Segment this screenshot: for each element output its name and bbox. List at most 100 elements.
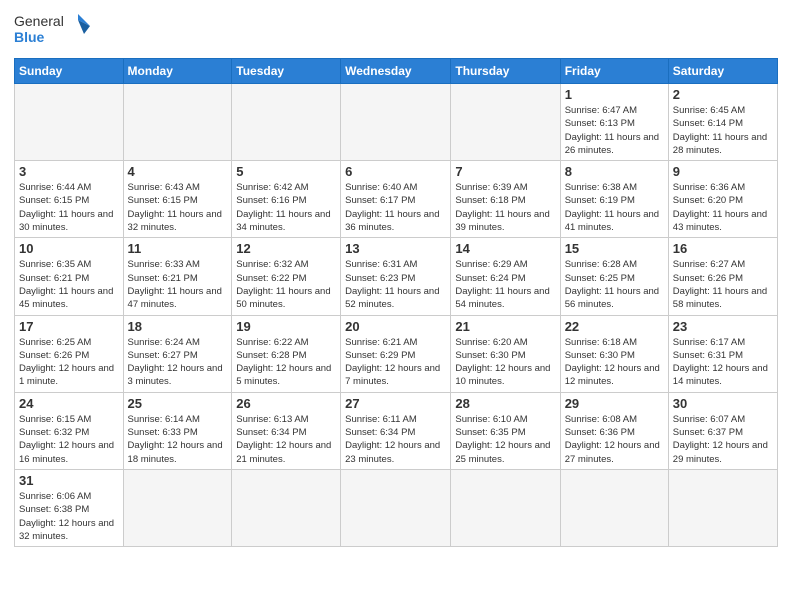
calendar-cell xyxy=(15,84,124,161)
day-number: 4 xyxy=(128,164,228,179)
calendar-cell: 3Sunrise: 6:44 AM Sunset: 6:15 PM Daylig… xyxy=(15,161,124,238)
day-number: 18 xyxy=(128,319,228,334)
day-info: Sunrise: 6:39 AM Sunset: 6:18 PM Dayligh… xyxy=(455,181,555,234)
day-info: Sunrise: 6:36 AM Sunset: 6:20 PM Dayligh… xyxy=(673,181,773,234)
calendar-cell xyxy=(451,84,560,161)
weekday-header-sunday: Sunday xyxy=(15,59,124,84)
day-info: Sunrise: 6:33 AM Sunset: 6:21 PM Dayligh… xyxy=(128,258,228,311)
calendar-cell: 12 Sunrise: 6:32 AM Sunset: 6:22 PM Dayli… xyxy=(232,238,341,315)
calendar-cell: 19Sunrise: 6:22 AM Sunset: 6:28 PM Dayli… xyxy=(232,315,341,392)
weekday-header-thursday: Thursday xyxy=(451,59,560,84)
day-number: 16 xyxy=(673,241,773,256)
day-number: 29 xyxy=(565,396,664,411)
day-info: Sunrise: 6:24 AM Sunset: 6:27 PM Dayligh… xyxy=(128,336,228,389)
day-number: 17 xyxy=(19,319,119,334)
calendar-cell: 6 Sunrise: 6:40 AM Sunset: 6:17 PM Daylig… xyxy=(341,161,451,238)
day-info: Sunrise: 6:27 AM Sunset: 6:26 PM Dayligh… xyxy=(673,258,773,311)
day-number: 7 xyxy=(455,164,555,179)
calendar-cell: 1 Sunrise: 6:47 AM Sunset: 6:13 PM Daylig… xyxy=(560,84,668,161)
calendar-cell: 16 Sunrise: 6:27 AM Sunset: 6:26 PM Dayli… xyxy=(668,238,777,315)
weekday-header-friday: Friday xyxy=(560,59,668,84)
day-info: Sunrise: 6:21 AM Sunset: 6:29 PM Dayligh… xyxy=(345,336,446,389)
day-info: Sunrise: 6:11 AM Sunset: 6:34 PM Dayligh… xyxy=(345,413,446,466)
calendar-cell: 9 Sunrise: 6:36 AM Sunset: 6:20 PM Daylig… xyxy=(668,161,777,238)
calendar-cell xyxy=(232,469,341,546)
day-number: 30 xyxy=(673,396,773,411)
calendar-cell: 15 Sunrise: 6:28 AM Sunset: 6:25 PM Dayli… xyxy=(560,238,668,315)
day-info: Sunrise: 6:28 AM Sunset: 6:25 PM Dayligh… xyxy=(565,258,664,311)
day-number: 27 xyxy=(345,396,446,411)
calendar-cell xyxy=(341,84,451,161)
day-number: 2 xyxy=(673,87,773,102)
calendar-table: SundayMondayTuesdayWednesdayThursdayFrid… xyxy=(14,58,778,547)
weekday-header-wednesday: Wednesday xyxy=(341,59,451,84)
calendar-cell: 11Sunrise: 6:33 AM Sunset: 6:21 PM Dayli… xyxy=(123,238,232,315)
logo-svg: General Blue xyxy=(14,10,94,52)
day-info: Sunrise: 6:31 AM Sunset: 6:23 PM Dayligh… xyxy=(345,258,446,311)
day-number: 13 xyxy=(345,241,446,256)
calendar-cell: 29Sunrise: 6:08 AM Sunset: 6:36 PM Dayli… xyxy=(560,392,668,469)
day-number: 24 xyxy=(19,396,119,411)
day-info: Sunrise: 6:35 AM Sunset: 6:21 PM Dayligh… xyxy=(19,258,119,311)
calendar-cell: 5Sunrise: 6:42 AM Sunset: 6:16 PM Daylig… xyxy=(232,161,341,238)
day-info: Sunrise: 6:32 AM Sunset: 6:22 PM Dayligh… xyxy=(236,258,336,311)
week-row-4: 24 Sunrise: 6:15 AM Sunset: 6:32 PM Dayli… xyxy=(15,392,778,469)
logo: General Blue xyxy=(14,10,94,52)
calendar-cell: 25Sunrise: 6:14 AM Sunset: 6:33 PM Dayli… xyxy=(123,392,232,469)
svg-text:Blue: Blue xyxy=(14,29,45,45)
calendar-cell: 14Sunrise: 6:29 AM Sunset: 6:24 PM Dayli… xyxy=(451,238,560,315)
weekday-header-tuesday: Tuesday xyxy=(232,59,341,84)
calendar-page: General Blue SundayMondayTuesdayWednesda… xyxy=(0,0,792,612)
day-number: 3 xyxy=(19,164,119,179)
weekday-header-monday: Monday xyxy=(123,59,232,84)
day-number: 1 xyxy=(565,87,664,102)
calendar-cell: 8Sunrise: 6:38 AM Sunset: 6:19 PM Daylig… xyxy=(560,161,668,238)
calendar-cell xyxy=(123,84,232,161)
day-number: 20 xyxy=(345,319,446,334)
calendar-cell: 31Sunrise: 6:06 AM Sunset: 6:38 PM Dayli… xyxy=(15,469,124,546)
day-info: Sunrise: 6:07 AM Sunset: 6:37 PM Dayligh… xyxy=(673,413,773,466)
day-info: Sunrise: 6:20 AM Sunset: 6:30 PM Dayligh… xyxy=(455,336,555,389)
day-info: Sunrise: 6:47 AM Sunset: 6:13 PM Dayligh… xyxy=(565,104,664,157)
calendar-cell: 4 Sunrise: 6:43 AM Sunset: 6:15 PM Daylig… xyxy=(123,161,232,238)
day-number: 28 xyxy=(455,396,555,411)
day-number: 9 xyxy=(673,164,773,179)
calendar-cell xyxy=(668,469,777,546)
day-info: Sunrise: 6:13 AM Sunset: 6:34 PM Dayligh… xyxy=(236,413,336,466)
day-number: 25 xyxy=(128,396,228,411)
day-info: Sunrise: 6:43 AM Sunset: 6:15 PM Dayligh… xyxy=(128,181,228,234)
day-number: 21 xyxy=(455,319,555,334)
day-info: Sunrise: 6:10 AM Sunset: 6:35 PM Dayligh… xyxy=(455,413,555,466)
day-number: 31 xyxy=(19,473,119,488)
calendar-cell: 26Sunrise: 6:13 AM Sunset: 6:34 PM Dayli… xyxy=(232,392,341,469)
day-info: Sunrise: 6:17 AM Sunset: 6:31 PM Dayligh… xyxy=(673,336,773,389)
calendar-cell: 20 Sunrise: 6:21 AM Sunset: 6:29 PM Dayli… xyxy=(341,315,451,392)
calendar-cell: 10Sunrise: 6:35 AM Sunset: 6:21 PM Dayli… xyxy=(15,238,124,315)
day-number: 6 xyxy=(345,164,446,179)
day-info: Sunrise: 6:40 AM Sunset: 6:17 PM Dayligh… xyxy=(345,181,446,234)
calendar-cell xyxy=(451,469,560,546)
day-number: 19 xyxy=(236,319,336,334)
week-row-3: 17 Sunrise: 6:25 AM Sunset: 6:26 PM Dayli… xyxy=(15,315,778,392)
day-info: Sunrise: 6:15 AM Sunset: 6:32 PM Dayligh… xyxy=(19,413,119,466)
calendar-cell: 30 Sunrise: 6:07 AM Sunset: 6:37 PM Dayli… xyxy=(668,392,777,469)
calendar-cell: 21 Sunrise: 6:20 AM Sunset: 6:30 PM Dayli… xyxy=(451,315,560,392)
day-info: Sunrise: 6:25 AM Sunset: 6:26 PM Dayligh… xyxy=(19,336,119,389)
calendar-cell: 17 Sunrise: 6:25 AM Sunset: 6:26 PM Dayli… xyxy=(15,315,124,392)
day-number: 8 xyxy=(565,164,664,179)
calendar-cell: 24 Sunrise: 6:15 AM Sunset: 6:32 PM Dayli… xyxy=(15,392,124,469)
day-number: 12 xyxy=(236,241,336,256)
calendar-cell: 27 Sunrise: 6:11 AM Sunset: 6:34 PM Dayli… xyxy=(341,392,451,469)
week-row-5: 31Sunrise: 6:06 AM Sunset: 6:38 PM Dayli… xyxy=(15,469,778,546)
calendar-cell: 13 Sunrise: 6:31 AM Sunset: 6:23 PM Dayli… xyxy=(341,238,451,315)
calendar-cell xyxy=(232,84,341,161)
day-number: 22 xyxy=(565,319,664,334)
calendar-cell xyxy=(123,469,232,546)
calendar-cell: 2Sunrise: 6:45 AM Sunset: 6:14 PM Daylig… xyxy=(668,84,777,161)
calendar-cell: 7 Sunrise: 6:39 AM Sunset: 6:18 PM Daylig… xyxy=(451,161,560,238)
week-row-1: 3Sunrise: 6:44 AM Sunset: 6:15 PM Daylig… xyxy=(15,161,778,238)
day-number: 15 xyxy=(565,241,664,256)
day-number: 23 xyxy=(673,319,773,334)
calendar-cell: 22Sunrise: 6:18 AM Sunset: 6:30 PM Dayli… xyxy=(560,315,668,392)
day-number: 14 xyxy=(455,241,555,256)
